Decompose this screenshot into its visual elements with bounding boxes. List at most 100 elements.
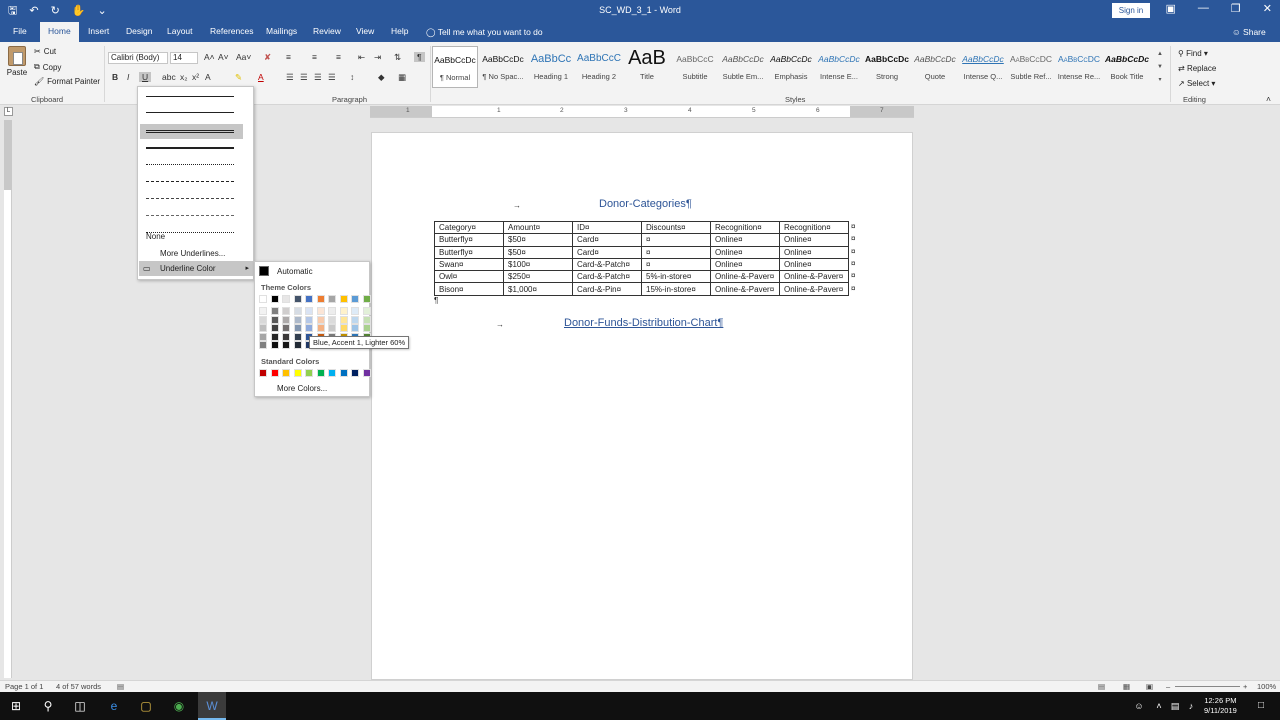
style-3[interactable]: AaBbCcC Heading 2 — [576, 46, 622, 88]
theme-shade-swatch[interactable] — [339, 324, 348, 332]
table-cell[interactable]: Butterfly¤ — [434, 233, 504, 247]
underline-none[interactable]: None — [146, 232, 165, 241]
theme-shade-swatch[interactable] — [282, 307, 290, 315]
theme-shade-swatch[interactable] — [362, 324, 371, 332]
table-cell[interactable]: Card-&-Pin¤ — [572, 282, 642, 296]
edge-icon[interactable]: e — [105, 697, 123, 715]
standard-color-swatch[interactable] — [282, 369, 290, 377]
standard-color-swatch[interactable] — [259, 369, 267, 377]
underline-single[interactable] — [146, 96, 234, 97]
zoom-level[interactable]: 100% — [1257, 682, 1276, 691]
table-cell[interactable]: Amount¤ — [503, 220, 573, 235]
more-colors-option[interactable]: More Colors... — [277, 384, 327, 393]
theme-shade-swatch[interactable] — [328, 307, 336, 315]
theme-shade-swatch[interactable] — [259, 315, 267, 324]
people-icon[interactable]: ☺ — [1130, 697, 1148, 715]
table-cell[interactable]: Category¤ — [434, 220, 504, 235]
clear-formatting-icon[interactable]: ✘ — [264, 52, 271, 63]
theme-shade-swatch[interactable] — [316, 307, 325, 315]
strikethrough-icon[interactable]: abc — [162, 72, 176, 82]
theme-shade-swatch[interactable] — [259, 332, 267, 341]
subscript-icon[interactable]: x₂ — [180, 72, 188, 82]
style-0[interactable]: AaBbCcDc ¶ Normal — [432, 46, 478, 88]
align-right-icon[interactable]: ☰ — [314, 72, 322, 83]
theme-color-swatch[interactable] — [316, 295, 325, 303]
table-cell[interactable]: Online¤ — [710, 233, 780, 247]
theme-shade-swatch[interactable] — [328, 315, 336, 324]
collapse-ribbon-icon[interactable]: ˄ — [1266, 94, 1271, 104]
table-cell[interactable]: Online¤ — [710, 257, 780, 272]
automatic-swatch[interactable] — [259, 266, 269, 276]
theme-shade-swatch[interactable] — [305, 315, 313, 324]
font-name-box[interactable]: Calibri (Body) — [108, 52, 168, 64]
table-cell[interactable]: Butterfly¤ — [434, 245, 504, 259]
ribbon-display-icon[interactable]: ▣ — [1166, 2, 1176, 15]
zoom-in-icon[interactable]: + — [1243, 682, 1247, 691]
change-case-icon[interactable]: Aa˅ — [236, 52, 251, 62]
windows-start-icon[interactable]: ⊞ — [7, 697, 25, 715]
vertical-ruler[interactable] — [4, 120, 12, 678]
tab-review[interactable]: Review — [313, 26, 341, 36]
theme-shade-swatch[interactable] — [293, 332, 302, 341]
shrink-font-icon[interactable]: A˅ — [218, 52, 229, 62]
word-count[interactable]: 4 of 57 words — [56, 682, 101, 691]
heading-donor-categories[interactable]: Donor-Categories¶ — [599, 198, 692, 210]
theme-color-swatch[interactable] — [328, 295, 336, 303]
underline-color-item[interactable]: ▭ Underline Color ▸ — [139, 261, 254, 276]
tab-references[interactable]: References — [210, 26, 253, 36]
table-cell[interactable]: Online-&-Paver¤ — [710, 282, 780, 296]
theme-color-swatch[interactable] — [362, 295, 371, 303]
underline-dot-dash[interactable] — [146, 198, 234, 199]
style-7[interactable]: AaBbCcDc Emphasis — [768, 46, 814, 88]
theme-shade-swatch[interactable] — [259, 324, 267, 332]
theme-shade-swatch[interactable] — [362, 315, 371, 324]
table-cell[interactable]: Online¤ — [779, 245, 849, 259]
theme-shade-swatch[interactable] — [293, 341, 302, 349]
tab-insert[interactable]: Insert — [88, 26, 109, 36]
theme-color-swatch[interactable] — [293, 295, 302, 303]
theme-shade-swatch[interactable] — [270, 307, 279, 315]
bullets-icon[interactable]: ≡ — [286, 52, 291, 62]
horizontal-ruler[interactable]: 1 1 2 3 4 5 6 7 — [370, 106, 914, 118]
notifications-icon[interactable]: □ — [1252, 697, 1270, 715]
table-cell[interactable]: Online-&-Paver¤ — [710, 270, 780, 284]
automatic-option[interactable]: Automatic — [277, 267, 313, 276]
standard-color-swatch[interactable] — [270, 369, 279, 377]
underline-dashed[interactable] — [146, 181, 234, 182]
underline-words[interactable] — [146, 112, 234, 113]
web-layout-icon[interactable]: ▣ — [1146, 682, 1153, 691]
superscript-icon[interactable]: x² — [192, 72, 199, 82]
donor-table[interactable]: Category¤ Amount¤ ID¤ Discounts¤ Recognition… — [434, 220, 849, 296]
tab-mailings[interactable]: Mailings — [266, 26, 297, 36]
theme-shade-swatch[interactable] — [316, 324, 325, 332]
theme-shade-swatch[interactable] — [293, 324, 302, 332]
underline-dotted[interactable] — [146, 164, 234, 165]
table-cell[interactable]: 5%-in-store¤ — [641, 270, 711, 284]
tab-home[interactable]: Home — [40, 22, 79, 42]
paste-button[interactable]: Paste — [6, 46, 28, 77]
copy-button[interactable]: ⧉ Copy — [34, 62, 61, 72]
standard-color-swatch[interactable] — [305, 369, 313, 377]
theme-color-swatch[interactable] — [351, 295, 359, 303]
restore-icon[interactable]: ❐ — [1231, 2, 1241, 15]
table-cell[interactable]: $50¤ — [503, 233, 573, 247]
show-formatting-icon[interactable]: ¶ — [414, 52, 425, 62]
table-cell[interactable]: Online¤ — [779, 233, 849, 247]
table-cell[interactable]: $1,000¤ — [503, 282, 573, 296]
style-12[interactable]: AaBbCcDC Subtle Ref... — [1008, 46, 1054, 88]
multilevel-list-icon[interactable]: ≡ — [336, 52, 341, 62]
decrease-indent-icon[interactable]: ⇤ — [358, 52, 365, 63]
table-cell[interactable]: $50¤ — [503, 245, 573, 259]
theme-color-swatch[interactable] — [282, 295, 290, 303]
tab-layout[interactable]: Layout — [167, 26, 193, 36]
table-cell[interactable]: Online-&-Paver¤ — [779, 270, 849, 284]
table-cell[interactable]: $250¤ — [503, 270, 573, 284]
grow-font-icon[interactable]: A˄ — [204, 52, 215, 62]
theme-shade-swatch[interactable] — [293, 315, 302, 324]
font-color-icon[interactable]: A — [258, 72, 264, 82]
task-view-icon[interactable]: ◫ — [71, 697, 89, 715]
replace-button[interactable]: ⇄ Replace — [1178, 61, 1216, 76]
minimize-icon[interactable]: — — [1198, 2, 1209, 15]
increase-indent-icon[interactable]: ⇥ — [374, 52, 381, 63]
italic-button[interactable]: I — [127, 72, 129, 82]
